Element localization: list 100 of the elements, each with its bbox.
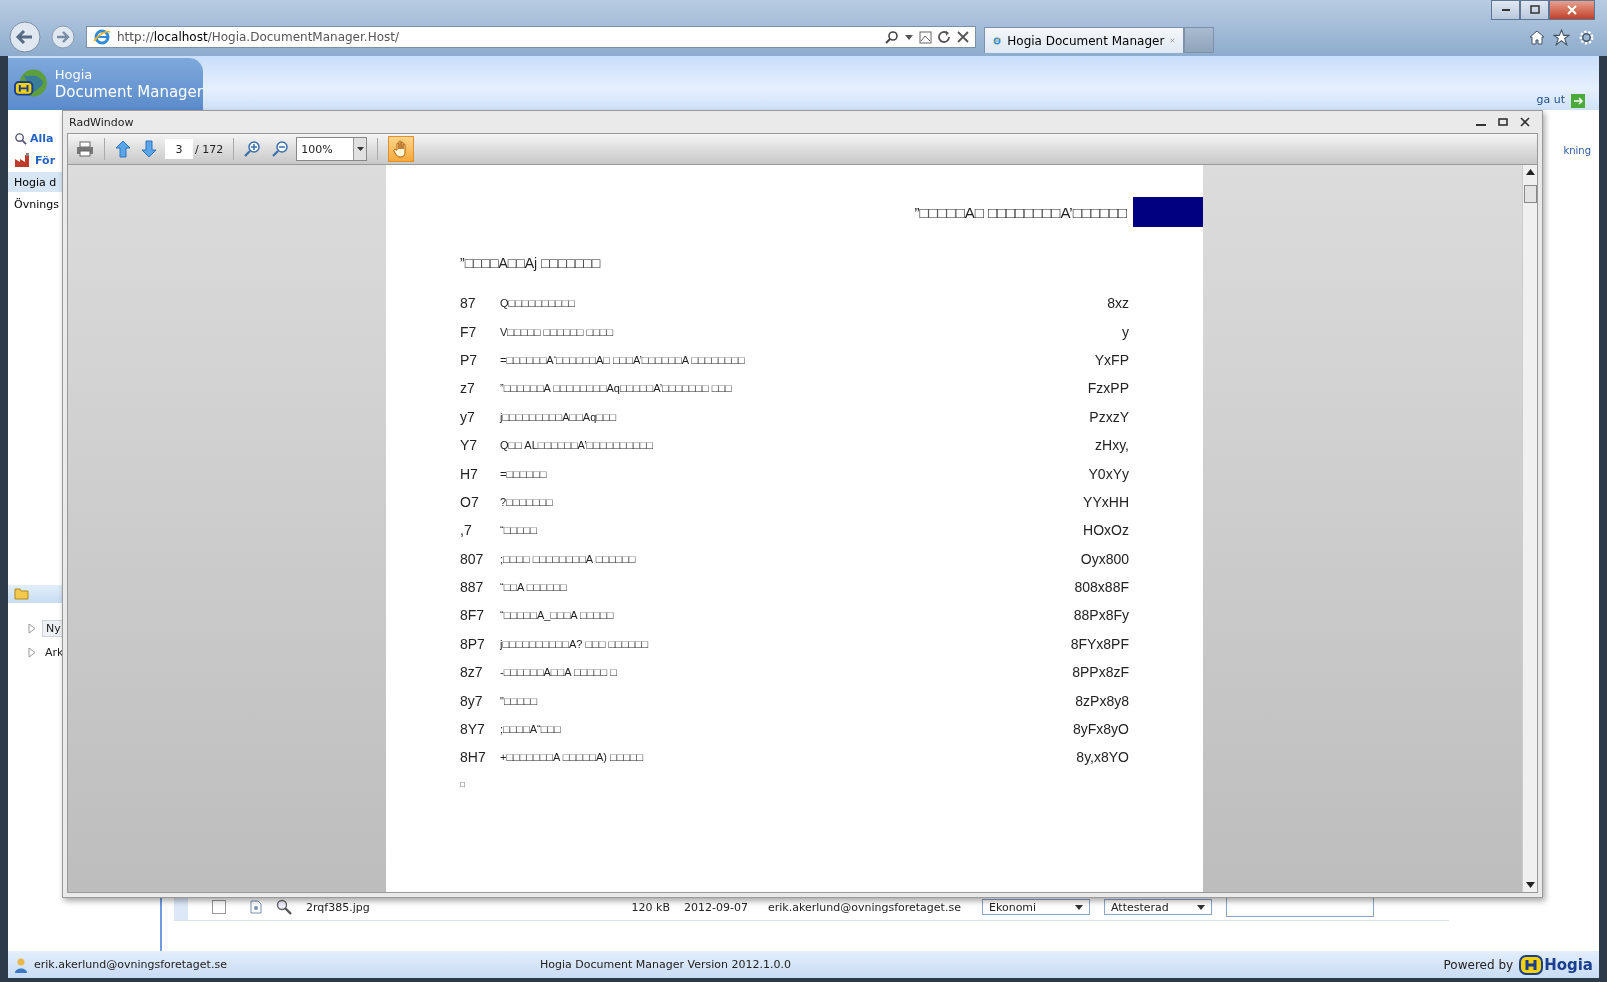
scroll-down-icon[interactable] [1525,882,1535,888]
back-icon[interactable] [8,20,42,54]
row-text: j□□□□□□□□□□A? □□□ □□□□□□ [500,637,650,650]
caret-icon [356,147,364,151]
row-amount: 8y,x8YO [1076,749,1129,766]
row-number: F7 [460,323,478,340]
row-number: 807 [460,550,485,567]
print-icon[interactable] [76,141,94,157]
row-amount: 8xz [1107,295,1129,312]
search-icon [14,131,27,145]
zoom-out-icon[interactable] [272,140,291,158]
row-number: 87 [460,295,477,312]
zoom-dropdown[interactable]: 100% [296,137,368,161]
close-button[interactable] [1549,0,1595,20]
minimize-button[interactable] [1491,0,1520,20]
row-text: V□□□□□ □□□□□□ □□□□ [500,325,615,338]
folder-icon [14,588,30,600]
folder-item[interactable]: Ny [42,619,65,637]
row-number: Y7 [460,437,479,454]
document-icon[interactable] [250,900,262,914]
scroll-thumb[interactable] [1523,185,1537,203]
row-text: "□□□□□ [500,694,539,707]
user-icon [14,956,28,973]
hogia-logo: Hogia [1519,954,1593,975]
row-number: y7 [460,408,476,425]
checkbox[interactable] [212,900,226,914]
maximize-icon[interactable] [1498,117,1508,127]
caret-icon [1197,904,1205,910]
maximize-icon [1529,5,1540,15]
page-number-field[interactable]: 3 [165,139,193,159]
status-dropdown[interactable]: Attesterad [1104,899,1212,915]
product-name: Document Manager [54,82,203,101]
factory-icon [14,152,32,168]
browser-logo-icon [93,28,111,46]
settings-icon[interactable] [1578,28,1595,46]
sidebar-item[interactable]: För [8,150,160,170]
caret-icon[interactable] [905,33,913,41]
row-amount: 88Px8Fy [1073,607,1129,624]
row-amount: zHxy, [1095,437,1129,454]
row-number: 8y7 [460,692,484,709]
row-text: =□□□□□□ [500,467,548,480]
arrow-down-icon[interactable] [141,140,157,158]
side-link[interactable]: kning [1563,145,1591,156]
row-number: ,7 [460,522,473,539]
row-amount: FzxPP [1087,380,1129,397]
stop-icon[interactable] [957,31,969,43]
header-bar [1133,197,1203,227]
star-icon[interactable] [1553,28,1570,46]
row-amount: Oyx800 [1080,550,1129,567]
scroll-up-icon[interactable] [1525,169,1535,175]
table-cell-text: 2012-09-07 [684,900,749,914]
tab-title: Hogia Document Manager [1007,33,1165,48]
refresh-icon[interactable] [938,30,951,44]
window-title: RadWindow [69,115,134,129]
row-number: 8P7 [460,635,486,652]
version-text: Hogia Document Manager Version 2012.1.0.0 [540,958,791,971]
row-amount: 8FYx8PF [1070,635,1129,652]
row-amount: 8zPx8y8 [1075,692,1129,709]
category-dropdown[interactable]: Ekonomi [982,899,1090,915]
address-text: http://localhost/Hogia.DocumentManager.Host/ [117,30,399,44]
forward-icon[interactable] [50,24,76,50]
row-amount: y [1122,323,1129,340]
zoom-in-icon[interactable] [244,140,263,158]
exit-icon[interactable] [1571,94,1585,108]
row-amount: HOxOz [1083,522,1129,539]
logout-link[interactable]: ga ut [1536,93,1565,106]
row-text: ?□□□□□□□ [500,495,554,508]
close-icon[interactable] [1520,117,1530,127]
powered-by-text: Powered by [1443,957,1514,972]
close-icon [1566,5,1578,15]
row-text: -□□□□□□A□□A □□□□□ □ [500,666,618,679]
address-bar[interactable]: http://localhost/Hogia.DocumentManager.Host/ [86,26,976,48]
row-text: “□□□□□ [500,524,538,537]
page-heading: ”□□□□A□□Aj □□□□□□□ [460,255,602,271]
browser-tab[interactable]: Hogia Document Manager [984,27,1184,53]
table-cell: 120 kB [630,900,670,914]
search-icon[interactable] [276,899,292,915]
arrow-up-icon[interactable] [115,140,131,158]
row-text: “□□□□□A_□□□A □□□□□ [500,609,615,622]
status-user: erik.akerlund@ovningsforetaget.se [34,958,228,971]
row-amount: 808x88F [1074,579,1129,596]
minimize-icon [1500,9,1511,11]
row-amount: 8yFx8yO [1073,721,1129,738]
row-text: +□□□□□□□A □□□□□A) □□□□□ [500,751,645,764]
sidebar-item[interactable]: Alla [8,128,160,148]
home-icon[interactable] [1529,29,1545,45]
search-icon[interactable] [885,30,899,44]
row-text: Q□□□□□□□□□□ [500,297,576,310]
scrollbar[interactable] [1522,165,1537,892]
row-number: 8F7 [460,607,486,624]
row-text: Q□□ AL□□□□□□A’□□□□□□□□□□ [500,439,655,452]
row-amount: 8PPx8zF [1072,664,1129,681]
maximize-button[interactable] [1520,0,1549,20]
row-text: ;□□□□ □□□□□□□□A □□□□□□ [500,552,637,565]
row-text: =□□□□□□A‘□□□□□□A□ □□□A’□□□□□□A □□□□□□□□ [500,353,746,366]
pan-tool-button[interactable] [388,136,415,162]
row-number: P7 [460,351,479,368]
row-amount: PzxzY [1089,408,1129,425]
row-number: 887 [460,579,485,596]
table-cell-text: 2rqf385.jpg [306,900,371,914]
